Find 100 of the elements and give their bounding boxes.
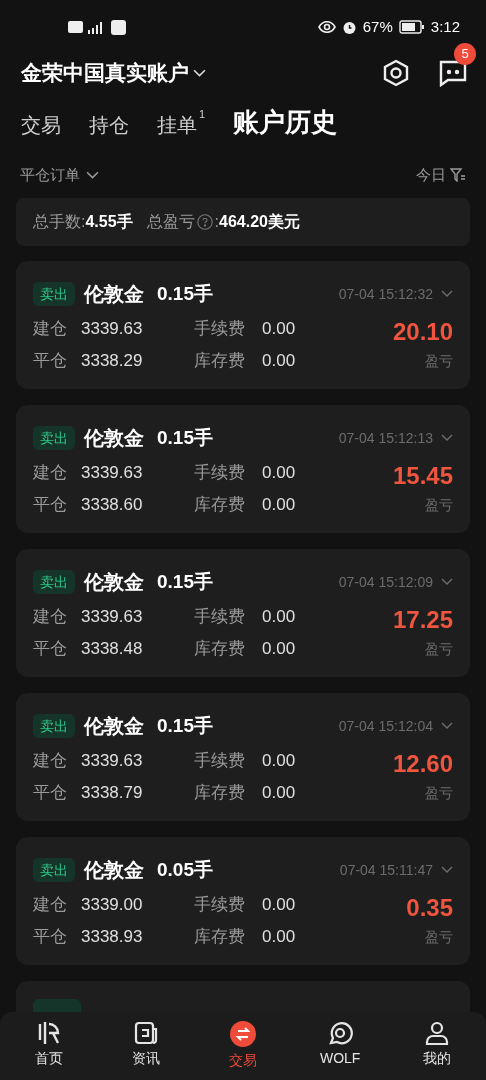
close-time: 07-04 15:11:47	[339, 860, 433, 880]
person-icon	[424, 1020, 451, 1046]
side-tag: 卖出	[33, 426, 75, 450]
profit-label: 盈亏	[425, 496, 453, 515]
nav-item[interactable]: 首页	[0, 1020, 98, 1080]
chat-icon	[327, 1020, 354, 1046]
battery-icon	[398, 20, 425, 34]
date-filter[interactable]: 今日	[416, 163, 466, 187]
fee-value: 0.00	[262, 606, 296, 628]
lot-size: 0.15手	[157, 281, 213, 306]
field-label: 平仓	[33, 350, 68, 372]
field-label: 平仓	[33, 926, 68, 948]
field-label: 手续费	[194, 462, 246, 484]
fee-value: 0.00	[262, 462, 296, 484]
tab[interactable]: 账户历史	[233, 103, 338, 142]
symbol-name: 伦敦金	[84, 282, 144, 307]
profit-value: 0.35	[406, 893, 453, 923]
symbol-name: 伦敦金	[84, 426, 144, 451]
profit-value: 20.10	[392, 317, 453, 347]
notification-badge: 5	[454, 43, 476, 65]
alarm-icon	[341, 19, 357, 35]
chevron-down-icon	[441, 434, 453, 442]
clock-time: 3:12	[430, 16, 460, 37]
order-card[interactable]: 卖出 伦敦金 0.05手 07-04 15:11:47 建仓 3339.00 手续费 0.00 平仓 3338.93 库存费 0.00 0.35 盈亏	[16, 837, 470, 965]
chevron-down-icon	[86, 171, 99, 179]
nav-item[interactable]: 我的	[388, 1020, 486, 1080]
exchange-icon	[229, 1020, 257, 1048]
field-label: 平仓	[33, 638, 68, 660]
field-label: 手续费	[194, 894, 246, 916]
profit-label: 盈亏	[425, 640, 453, 659]
account-selector[interactable]: 金荣中国真实账户	[21, 57, 206, 89]
profit-value: 12.60	[392, 749, 453, 779]
field-label: 库存费	[194, 638, 246, 660]
swap-value: 0.00	[262, 638, 296, 660]
lot-size: 0.15手	[157, 713, 213, 738]
lot-size: 0.15手	[157, 569, 213, 594]
swap-value: 0.00	[262, 782, 296, 804]
order-card[interactable]: 卖出 伦敦金 0.15手 07-04 15:12:32 建仓 3339.63 手续费 0.00 平仓 3338.29 库存费 0.00 20.10 盈亏	[16, 261, 470, 389]
order-type-dropdown[interactable]: 平仓订单	[20, 163, 99, 187]
side-tag: 卖出	[33, 714, 75, 738]
chevron-down-icon	[441, 578, 453, 586]
order-card[interactable]: 卖出 伦敦金 0.15手 07-04 15:12:09 建仓 3339.63 手续费 0.00 平仓 3338.48 库存费 0.00 17.25 盈亏	[16, 549, 470, 677]
field-label: 库存费	[194, 494, 246, 516]
battery-percent: 67%	[362, 16, 393, 37]
help-icon[interactable]	[196, 214, 213, 230]
total-pnl-value: 464.20美元	[219, 212, 300, 232]
field-label: 建仓	[33, 750, 68, 772]
field-label: 手续费	[194, 606, 246, 628]
nav-item[interactable]: 交易	[194, 1020, 292, 1080]
field-label: 手续费	[194, 318, 246, 340]
side-tag: 卖出	[33, 858, 75, 882]
nav-item[interactable]: 资讯	[97, 1020, 195, 1080]
field-label: 建仓	[33, 894, 68, 916]
close-price: 3338.79	[81, 782, 144, 804]
chevron-down-icon	[441, 866, 453, 874]
open-price: 3339.63	[81, 462, 144, 484]
swap-value: 0.00	[262, 494, 296, 516]
field-label: 建仓	[33, 606, 68, 628]
settings-icon[interactable]	[382, 59, 410, 87]
profit-value: 15.45	[392, 461, 453, 491]
profit-label: 盈亏	[425, 784, 453, 803]
lot-size: 0.05手	[157, 857, 213, 882]
total-lots-label: 总手数:	[33, 212, 86, 232]
field-label: 建仓	[33, 462, 68, 484]
close-price: 3338.48	[81, 638, 144, 660]
colon-text: :	[214, 212, 220, 232]
total-pnl-label: 总盈亏	[146, 212, 195, 232]
side-tag: 卖出	[33, 282, 75, 306]
fee-value: 0.00	[262, 894, 296, 916]
chevron-down-icon	[441, 290, 453, 298]
eye-icon	[317, 21, 336, 33]
order-card[interactable]: 卖出 伦敦金 0.15手 07-04 15:12:13 建仓 3339.63 手续费 0.00 平仓 3338.60 库存费 0.00 15.45 盈亏	[16, 405, 470, 533]
close-price: 3338.93	[81, 926, 144, 948]
field-label: 平仓	[33, 494, 68, 516]
nav-item[interactable]: WOLF	[291, 1020, 389, 1080]
symbol-name: 伦敦金	[84, 858, 144, 883]
field-label: 库存费	[194, 926, 246, 948]
profit-value: 17.25	[392, 605, 453, 635]
order-card[interactable]: 卖出 伦敦金 0.15手 07-04 15:12:04 建仓 3339.63 手续费 0.00 平仓 3338.79 库存费 0.00 12.60 盈亏	[16, 693, 470, 821]
fee-value: 0.00	[262, 318, 296, 340]
filter-icon	[450, 168, 466, 182]
chevron-down-icon	[193, 69, 206, 77]
open-price: 3339.63	[81, 750, 144, 772]
symbol-name: 伦敦金	[84, 714, 144, 739]
open-price: 3339.00	[81, 894, 144, 916]
close-price: 3338.60	[81, 494, 144, 516]
close-time: 07-04 15:12:04	[338, 716, 433, 736]
symbol-name: 伦敦金	[84, 570, 144, 595]
close-time: 07-04 15:12:13	[338, 428, 433, 448]
open-price: 3339.63	[81, 606, 144, 628]
tab-count: 1	[199, 108, 206, 120]
tab[interactable]: 持仓	[89, 110, 129, 142]
open-price: 3339.63	[81, 318, 144, 340]
field-label: 库存费	[194, 350, 246, 372]
document-icon	[132, 1020, 159, 1046]
message-icon[interactable]	[438, 59, 468, 87]
profit-label: 盈亏	[425, 928, 453, 947]
tab[interactable]: 交易	[21, 110, 61, 142]
close-time: 07-04 15:12:32	[338, 284, 433, 304]
field-label: 手续费	[194, 750, 246, 772]
